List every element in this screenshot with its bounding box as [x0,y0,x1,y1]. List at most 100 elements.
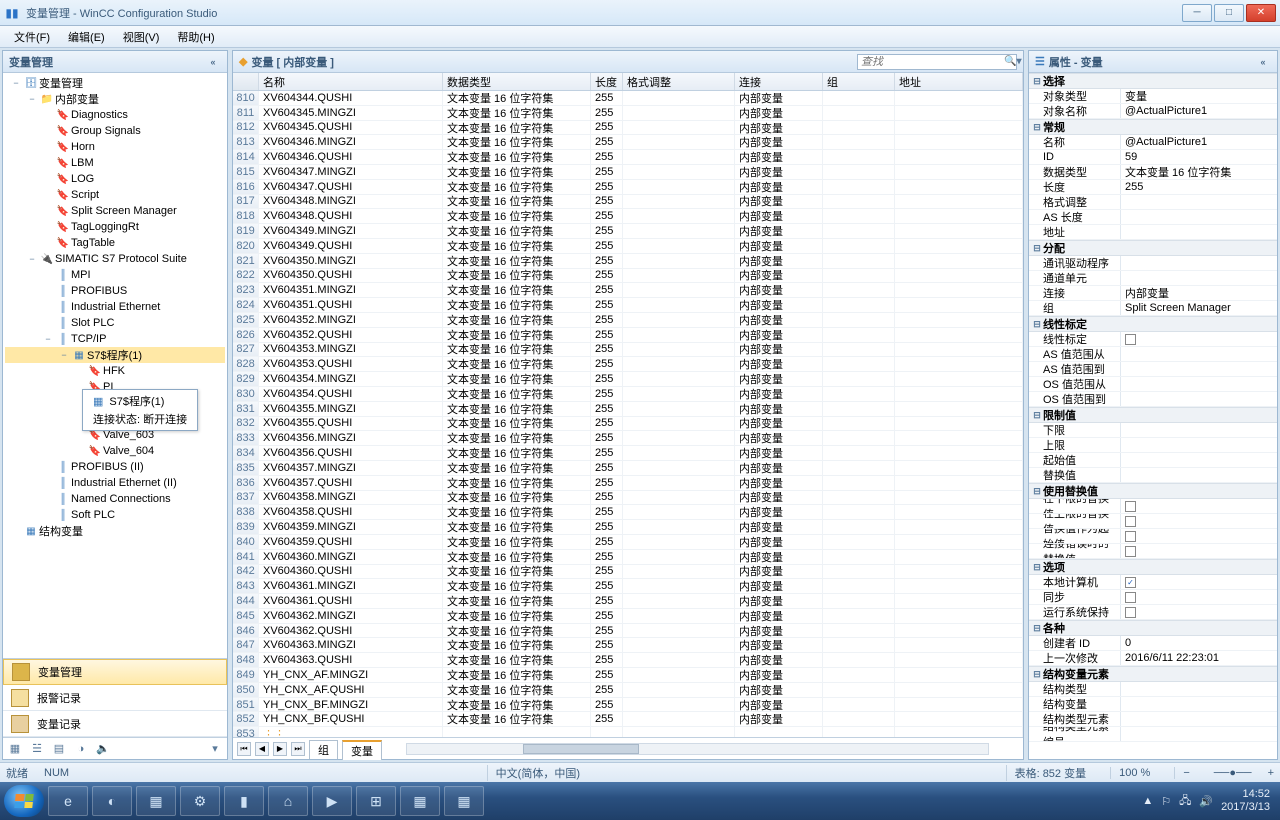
property-value[interactable]: 0 [1121,636,1277,650]
table-row[interactable]: 816XV604347.QUSHI文本变量 16 位字符集255内部变量 [233,180,1023,195]
table-row[interactable]: 841XV604360.MINGZI文本变量 16 位字符集255内部变量 [233,550,1023,565]
table-row[interactable]: 836XV604357.QUSHI文本变量 16 位字符集255内部变量 [233,476,1023,491]
taskbar-item[interactable]: ◐ [92,786,132,816]
close-button[interactable]: ✕ [1246,4,1276,22]
group-twisty-icon[interactable]: ⊟ [1031,486,1043,497]
property-group-header[interactable]: ⊟各种 [1029,620,1277,636]
property-group-header[interactable]: ⊟选择 [1029,73,1277,89]
property-value[interactable] [1121,605,1277,619]
table-row[interactable]: 813XV604346.MINGZI文本变量 16 位字符集255内部变量 [233,135,1023,150]
search-input[interactable] [861,56,1004,68]
property-row[interactable]: OS 值范围到 [1029,392,1277,407]
tab-variable[interactable]: 变量 [342,740,382,760]
table-row[interactable]: 820XV604349.QUSHI文本变量 16 位字符集255内部变量 [233,239,1023,254]
table-row[interactable]: 818XV604348.QUSHI文本变量 16 位字符集255内部变量 [233,209,1023,224]
property-row[interactable]: 替换值 [1029,468,1277,483]
property-value[interactable] [1121,697,1277,711]
property-row[interactable]: 对象类型变量 [1029,89,1277,104]
property-value[interactable] [1121,392,1277,406]
property-value[interactable]: @ActualPicture1 [1121,135,1277,149]
sub-nav-item[interactable]: 报警记录 [3,685,227,711]
tree-node[interactable]: 🔖TagLoggingRt [5,219,225,235]
property-value[interactable] [1121,438,1277,452]
property-value[interactable] [1121,590,1277,604]
property-group-header[interactable]: ⊟使用替换值 [1029,483,1277,499]
property-row[interactable]: 对象名称@ActualPicture1 [1029,104,1277,119]
checkbox[interactable] [1125,607,1136,618]
search-dropdown-icon[interactable]: ▾ [1016,56,1021,67]
toolbar-icon[interactable]: 🔈 [95,741,111,757]
property-row[interactable]: 组Split Screen Manager [1029,301,1277,316]
checkbox[interactable] [1125,334,1136,345]
column-header[interactable]: 连接 [735,73,823,90]
property-row[interactable]: 数据类型文本变量 16 位字符集 [1029,165,1277,180]
tree-node[interactable]: ║Soft PLC [5,507,225,523]
property-row[interactable]: 通讯驱动程序 [1029,256,1277,271]
table-row[interactable]: 812XV604345.QUSHI文本变量 16 位字符集255内部变量 [233,121,1023,136]
property-value[interactable]: 文本变量 16 位字符集 [1121,165,1277,179]
property-value[interactable] [1121,271,1277,285]
table-row[interactable]: 852YH_CNX_BF.QUSHI文本变量 16 位字符集255内部变量 [233,712,1023,727]
property-row[interactable]: 结构变量 [1029,697,1277,712]
taskbar-item[interactable]: ⚙ [180,786,220,816]
system-tray[interactable]: ▲ ⚐ 🖧 🔊 14:52 2017/3/13 [1136,788,1276,814]
column-header[interactable]: 地址 [895,73,1023,90]
property-value[interactable]: Split Screen Manager [1121,301,1277,315]
property-value[interactable] [1121,712,1277,726]
table-row[interactable]: 853⋮⋮ [233,727,1023,737]
tree-node[interactable]: −🔌SIMATIC S7 Protocol Suite [5,251,225,267]
nav-last-icon[interactable]: ⏭ [291,742,305,756]
tree-node[interactable]: 🔖LBM [5,155,225,171]
property-row[interactable]: 上一次修改2016/6/11 22:23:01 [1029,651,1277,666]
column-header[interactable]: 长度 [591,73,623,90]
zoom-out-icon[interactable]: − [1174,767,1197,779]
property-row[interactable]: 连接内部变量 [1029,286,1277,301]
table-row[interactable]: 839XV604359.MINGZI文本变量 16 位字符集255内部变量 [233,520,1023,535]
tree-node[interactable]: ║PROFIBUS (II) [5,459,225,475]
tray-flag-icon[interactable]: ⚐ [1161,795,1171,808]
menu-item[interactable]: 帮助(H) [169,27,222,47]
taskbar-item[interactable]: e [48,786,88,816]
tree-node[interactable]: −🗄变量管理 [5,75,225,91]
table-row[interactable]: 821XV604350.MINGZI文本变量 16 位字符集255内部变量 [233,254,1023,269]
tree-twisty-icon[interactable]: − [57,350,71,360]
property-value[interactable] [1121,529,1277,543]
property-value[interactable]: 255 [1121,180,1277,194]
tree-twisty-icon[interactable]: − [41,334,55,344]
group-twisty-icon[interactable]: ⊟ [1031,76,1043,87]
property-value[interactable] [1121,499,1277,513]
property-row[interactable]: 上限 [1029,438,1277,453]
tree-node[interactable]: ║PROFIBUS [5,283,225,299]
table-row[interactable]: 811XV604345.MINGZI文本变量 16 位字符集255内部变量 [233,106,1023,121]
table-body[interactable]: 810XV604344.QUSHI文本变量 16 位字符集255内部变量811X… [233,91,1023,737]
tree-node[interactable]: 🔖TagTable [5,235,225,251]
property-value[interactable] [1121,514,1277,528]
search-icon[interactable]: 🔍 [1004,56,1016,67]
table-row[interactable]: 847XV604363.MINGZI文本变量 16 位字符集255内部变量 [233,638,1023,653]
table-row[interactable]: 850YH_CNX_AF.QUSHI文本变量 16 位字符集255内部变量 [233,683,1023,698]
table-row[interactable]: 817XV604348.MINGZI文本变量 16 位字符集255内部变量 [233,195,1023,210]
table-row[interactable]: 838XV604358.QUSHI文本变量 16 位字符集255内部变量 [233,505,1023,520]
taskbar-item[interactable]: ▶ [312,786,352,816]
property-value[interactable] [1121,468,1277,482]
table-row[interactable]: 823XV604351.MINGZI文本变量 16 位字符集255内部变量 [233,283,1023,298]
table-row[interactable]: 845XV604362.MINGZI文本变量 16 位字符集255内部变量 [233,609,1023,624]
tree-node[interactable]: 🔖Group Signals [5,123,225,139]
variable-tree[interactable]: −🗄变量管理−📁内部变量🔖Diagnostics🔖Group Signals🔖H… [3,73,227,658]
property-row[interactable]: 线性标定 [1029,332,1277,347]
table-row[interactable]: 814XV604346.QUSHI文本变量 16 位字符集255内部变量 [233,150,1023,165]
property-value[interactable] [1121,225,1277,239]
property-row[interactable]: AS 值范围从 [1029,347,1277,362]
tray-sound-icon[interactable]: 🔊 [1199,795,1213,808]
property-row[interactable]: AS 长度 [1029,210,1277,225]
tray-network-icon[interactable]: 🖧 [1179,792,1191,811]
horizontal-scrollbar[interactable] [406,743,989,755]
checkbox[interactable] [1125,516,1136,527]
taskbar-item[interactable]: ▦ [136,786,176,816]
column-header[interactable]: 名称 [259,73,443,90]
table-row[interactable]: 826XV604352.QUSHI文本变量 16 位字符集255内部变量 [233,328,1023,343]
tree-twisty-icon[interactable]: − [25,254,39,264]
tree-node[interactable]: ║Industrial Ethernet (II) [5,475,225,491]
property-value[interactable] [1121,195,1277,209]
column-header[interactable]: 格式调整 [623,73,735,90]
